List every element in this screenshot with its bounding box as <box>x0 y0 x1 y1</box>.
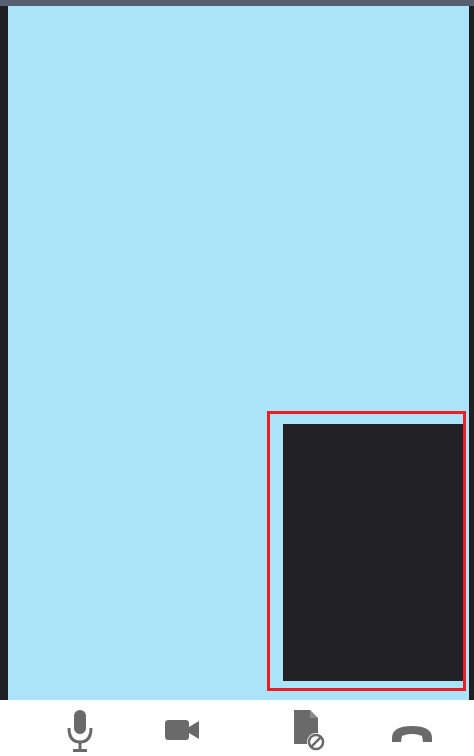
document-blocked-icon <box>294 710 325 751</box>
phone-hangup-icon <box>392 726 432 742</box>
left-edge <box>0 6 8 700</box>
call-control-bar <box>0 700 474 756</box>
screen-share-off-button[interactable] <box>284 708 332 756</box>
end-call-button[interactable] <box>388 708 436 756</box>
video-call-screen <box>0 0 474 756</box>
camera-button[interactable] <box>158 708 206 756</box>
right-edge <box>469 6 474 700</box>
video-camera-icon <box>165 720 199 740</box>
microphone-icon <box>67 710 93 752</box>
highlight-box <box>267 411 466 691</box>
microphone-button[interactable] <box>56 708 104 756</box>
